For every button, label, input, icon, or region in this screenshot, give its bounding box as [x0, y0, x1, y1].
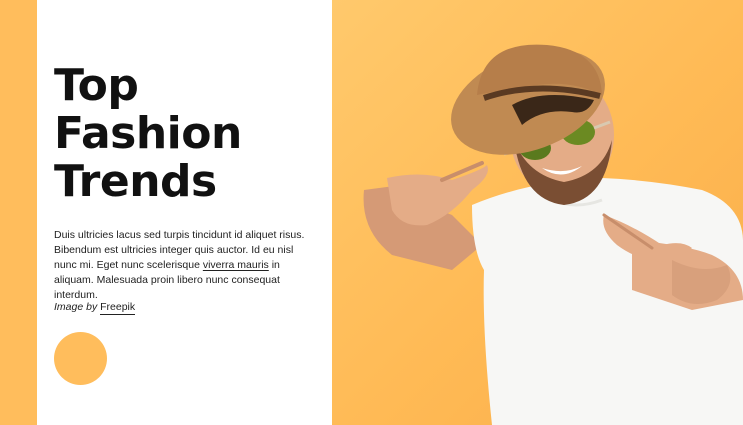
hero-photo [332, 0, 743, 425]
man-in-straw-hat-pointing-icon [363, 44, 743, 425]
image-credit: Image by Freepik [54, 300, 136, 315]
image-credit-prefix: Image by [54, 301, 98, 313]
hero-description: Duis ultricies lacus sed turpis tincidun… [54, 228, 316, 303]
viverra-mauris-link[interactable]: viverra mauris [203, 259, 269, 271]
hero-text-card: Top Fashion Trends Duis ultricies lacus … [37, 0, 332, 425]
freepik-link[interactable]: Freepik [100, 301, 136, 315]
decorative-circle [54, 332, 107, 385]
headline-line-1: Top [54, 60, 139, 111]
headline-line-3: Trends [54, 156, 217, 207]
left-accent-stripe [0, 0, 37, 425]
page-title: Top Fashion Trends [54, 62, 314, 206]
headline-line-2: Fashion [54, 108, 242, 159]
